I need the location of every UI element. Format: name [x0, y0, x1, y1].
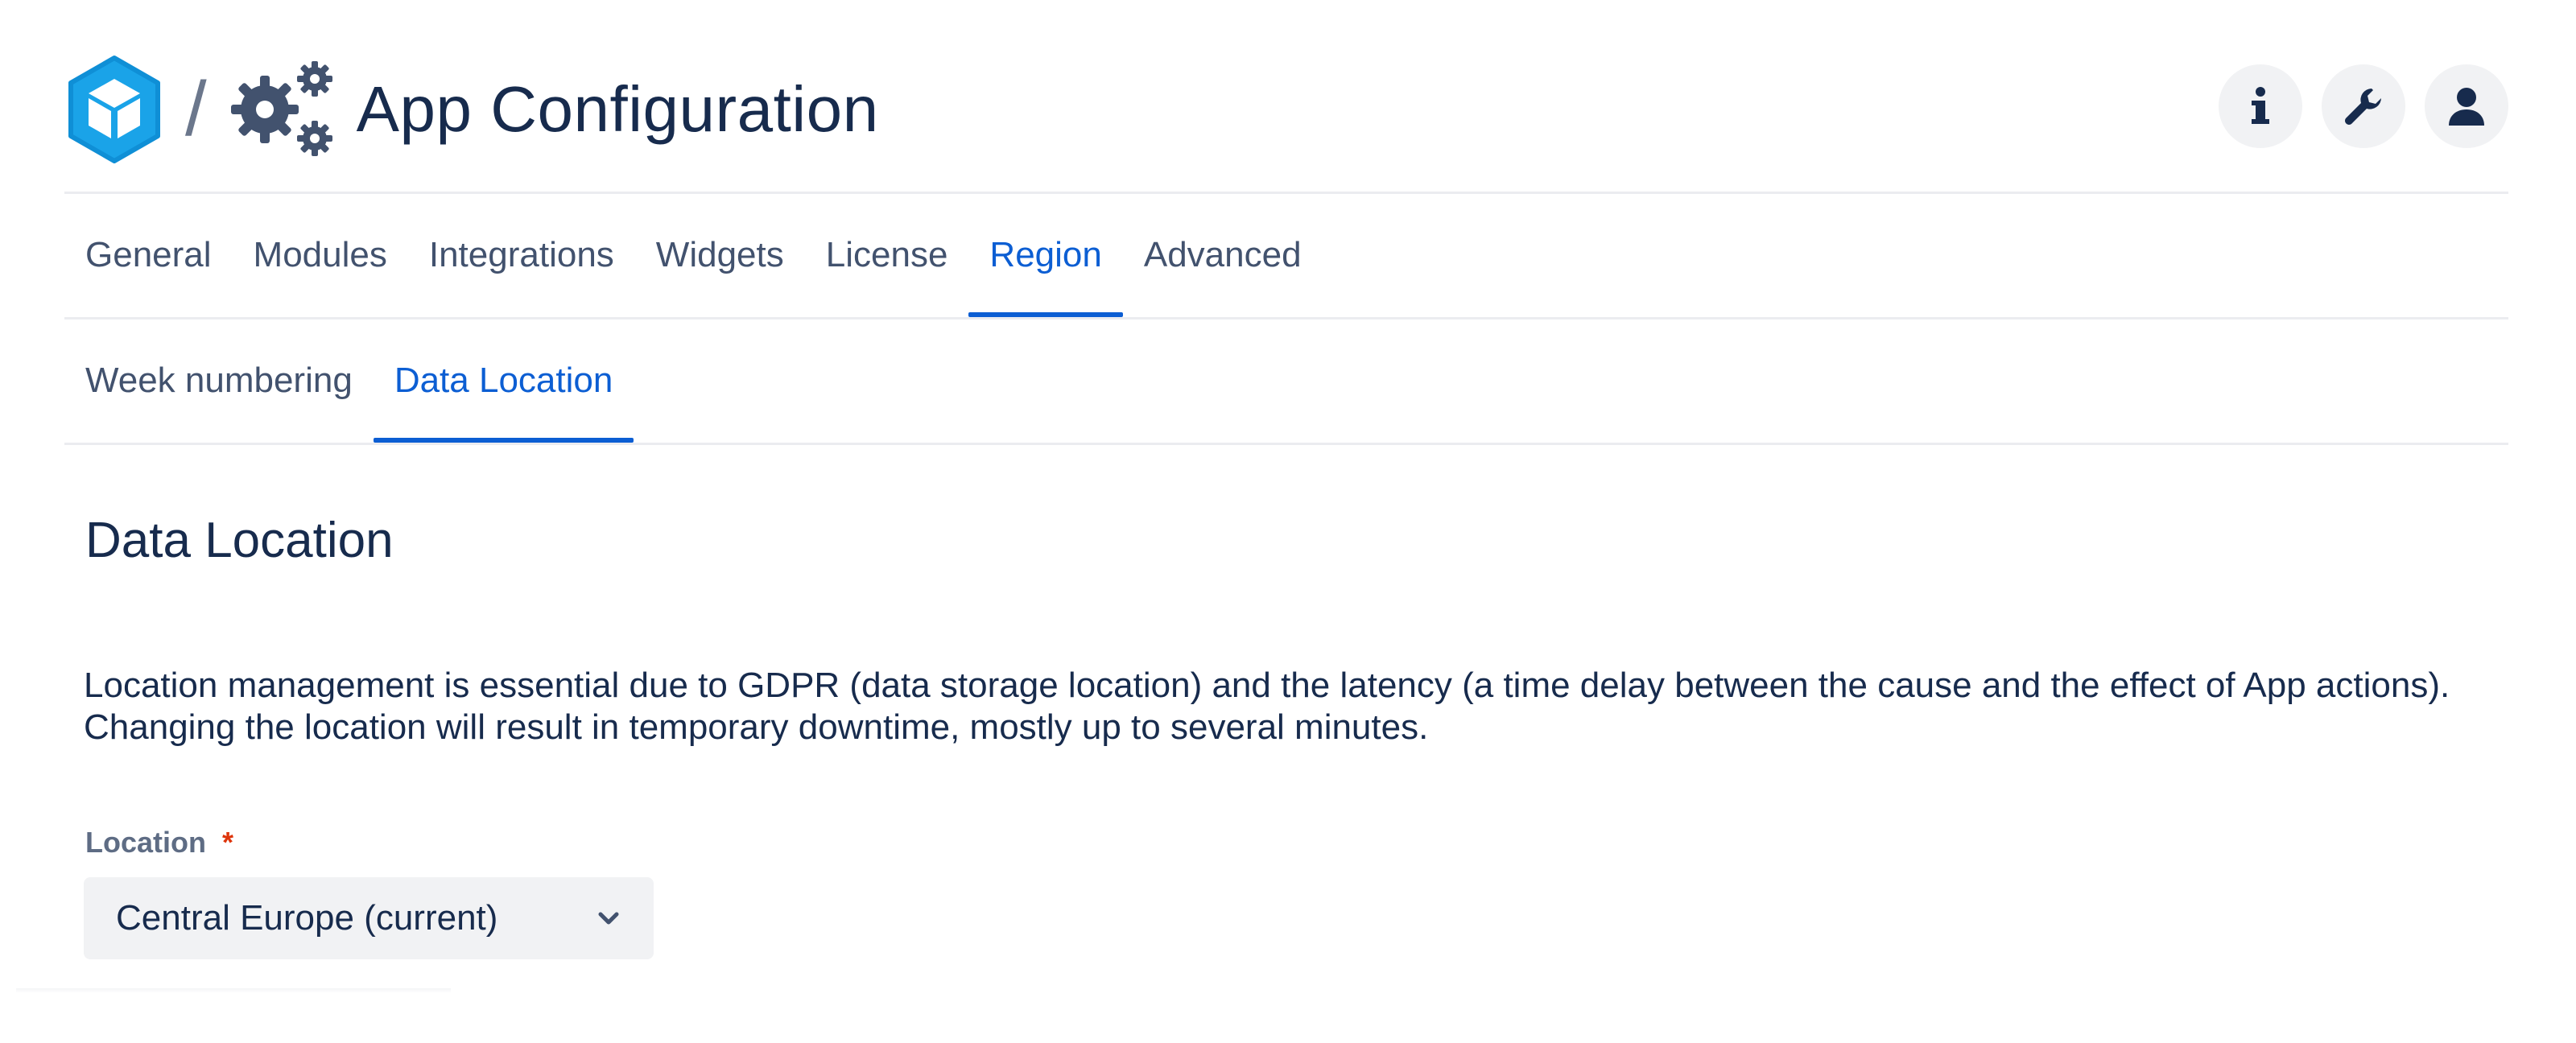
- sub-tabs: Week numbering Data Location: [64, 319, 634, 443]
- gears-icon: [230, 61, 332, 156]
- bottom-shadow: [16, 988, 451, 993]
- required-marker: *: [222, 826, 234, 859]
- tab-region[interactable]: Region: [968, 193, 1124, 317]
- section-title: Data Location: [85, 513, 394, 568]
- description-line-2: Changing the location will result in tem…: [84, 707, 1429, 747]
- tools-button[interactable]: [2322, 64, 2405, 148]
- tab-advanced[interactable]: Advanced: [1123, 193, 1323, 317]
- tab-widgets[interactable]: Widgets: [635, 193, 805, 317]
- page-title: App Configuration: [356, 73, 879, 145]
- breadcrumb-separator: /: [185, 66, 207, 152]
- tab-integrations[interactable]: Integrations: [408, 193, 635, 317]
- location-select-value: Central Europe (current): [116, 898, 498, 938]
- main-tabs: General Modules Integrations Widgets Lic…: [64, 193, 1323, 317]
- app-logo-icon[interactable]: [64, 55, 164, 164]
- location-field-label: Location *: [85, 826, 233, 860]
- location-label: Location: [85, 826, 206, 859]
- page-header: / App Configuration: [64, 50, 2508, 169]
- subtab-week-numbering[interactable]: Week numbering: [64, 319, 374, 443]
- info-button[interactable]: [2219, 64, 2302, 148]
- description: Location management is essential due to …: [84, 665, 2523, 748]
- description-line-1: Location management is essential due to …: [84, 666, 2450, 705]
- subtab-data-location[interactable]: Data Location: [373, 319, 634, 443]
- location-select[interactable]: Central Europe (current): [84, 877, 654, 959]
- tab-general[interactable]: General: [64, 193, 233, 317]
- app-configuration-page: / App Configuration General Modules Inte…: [0, 0, 2576, 1043]
- tab-modules[interactable]: Modules: [233, 193, 408, 317]
- user-icon: [2449, 88, 2484, 126]
- chevron-down-icon: [598, 912, 619, 925]
- subtabs-divider: [64, 443, 2508, 445]
- wrench-icon: [2345, 89, 2381, 125]
- info-icon: [2252, 87, 2269, 124]
- user-button[interactable]: [2425, 64, 2508, 148]
- tab-license[interactable]: License: [805, 193, 969, 317]
- header-actions: [2219, 64, 2508, 148]
